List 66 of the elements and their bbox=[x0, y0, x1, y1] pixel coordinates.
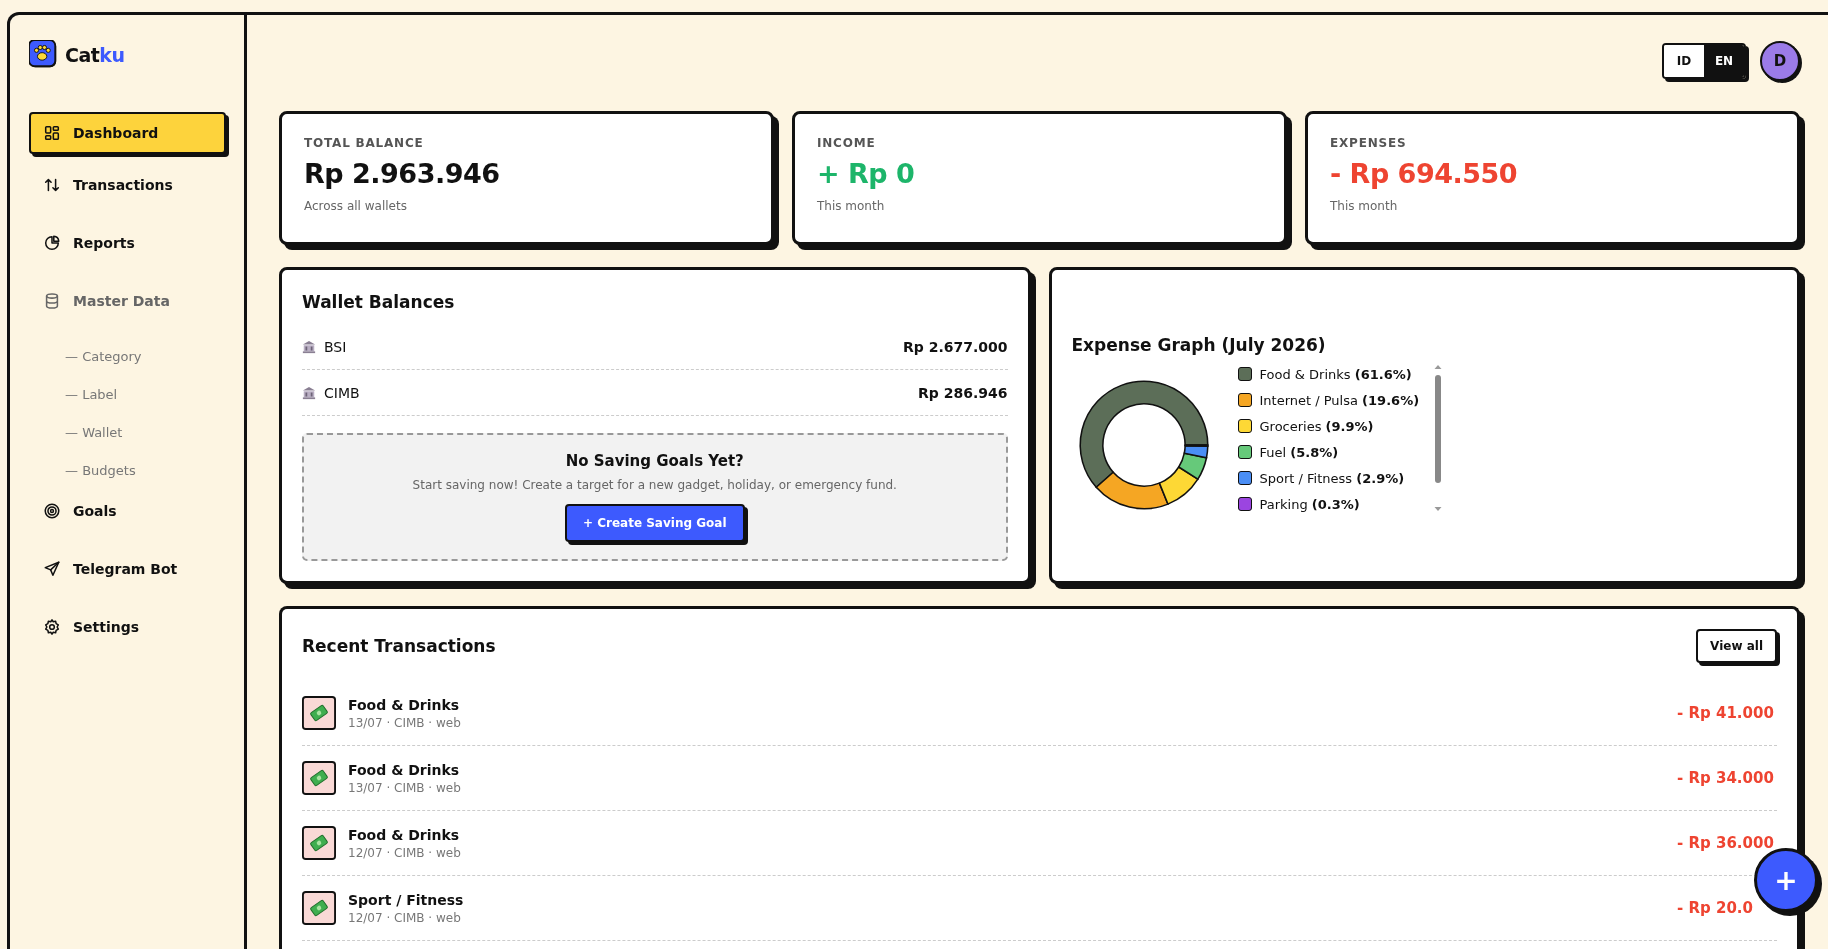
wallet-amount: Rp 286.946 bbox=[918, 384, 1008, 401]
card-title: Expense Graph (July 2026) bbox=[1071, 334, 1327, 355]
language-option[interactable]: EN bbox=[1704, 45, 1744, 77]
legend-label: Groceries (9.9%) bbox=[1259, 418, 1374, 434]
paw-logo-icon bbox=[29, 40, 59, 70]
transaction-category: Food & Drinks bbox=[348, 761, 461, 778]
nav-subitem[interactable]: — Label bbox=[29, 376, 226, 414]
bank-icon bbox=[302, 385, 316, 400]
nav-item[interactable]: Telegram Bot bbox=[29, 548, 226, 590]
transaction-category: Food & Drinks bbox=[348, 826, 461, 843]
money-icon bbox=[302, 891, 336, 925]
settings-icon bbox=[43, 618, 61, 636]
transaction-details: 12/07 · CIMB · web bbox=[348, 910, 462, 925]
money-icon bbox=[302, 761, 336, 795]
card-label: EXPENSES bbox=[1330, 136, 1407, 150]
empty-state-title: No Saving Goals Yet? bbox=[565, 452, 744, 470]
card-label: INCOME bbox=[817, 136, 876, 150]
target-icon bbox=[43, 502, 61, 520]
create-goal-button[interactable]: + Create Saving Goal bbox=[564, 504, 745, 542]
legend-label: Internet / Pulsa (19.6%) bbox=[1259, 392, 1420, 408]
language-option[interactable]: ID bbox=[1664, 45, 1704, 77]
bank-icon bbox=[302, 339, 316, 354]
nav-item[interactable]: Transactions bbox=[29, 164, 226, 206]
grid-icon bbox=[43, 124, 61, 142]
legend-label: Fuel (5.8%) bbox=[1259, 444, 1339, 460]
transaction-amount: - Rp 20.0 bbox=[1677, 899, 1754, 917]
up-down-arrows-icon bbox=[43, 176, 61, 194]
wallet-name: BSI bbox=[324, 338, 347, 355]
card-amount: + Rp 0 bbox=[817, 158, 915, 189]
transaction-category: Sport / Fitness bbox=[348, 891, 464, 908]
pie-chart-icon bbox=[43, 234, 61, 252]
money-icon bbox=[302, 696, 336, 730]
card-title: Wallet Balances bbox=[302, 292, 456, 312]
card-note: This month bbox=[817, 199, 885, 213]
avatar[interactable]: D bbox=[1760, 41, 1800, 81]
legend-label: Parking (0.3%) bbox=[1259, 496, 1360, 512]
money-icon bbox=[302, 826, 336, 860]
card-label: TOTAL BALANCE bbox=[304, 136, 424, 150]
card-note: Across all wallets bbox=[304, 199, 407, 213]
nav-subitem[interactable]: — Category bbox=[29, 338, 226, 376]
transaction-details: 12/07 · CIMB · web bbox=[348, 845, 461, 860]
card-amount: Rp 2.963.946 bbox=[304, 158, 500, 189]
transaction-amount: - Rp 41.000 bbox=[1677, 704, 1775, 722]
nav-item[interactable]: Master Data bbox=[29, 280, 226, 322]
transaction-amount: - Rp 34.000 bbox=[1677, 769, 1775, 787]
nav-subitem[interactable]: — Wallet bbox=[29, 414, 226, 452]
nav-item[interactable]: Goals bbox=[29, 490, 226, 532]
paper-plane-icon bbox=[43, 560, 61, 578]
empty-state-text: Start saving now! Create a target for a new gadget, holiday, or emergency fund. bbox=[412, 478, 897, 492]
legend-label: Sport / Fitness (2.9%) bbox=[1259, 470, 1405, 486]
card-amount: - Rp 694.550 bbox=[1330, 158, 1518, 189]
transaction-details: 13/07 · CIMB · web bbox=[348, 780, 461, 795]
card-title: Recent Transactions bbox=[302, 636, 496, 656]
view-all-button[interactable]: View all bbox=[1696, 629, 1777, 663]
nav-item[interactable]: Settings bbox=[29, 606, 226, 648]
nav-subitem[interactable]: — Budgets bbox=[29, 452, 226, 490]
nav-item[interactable]: Dashboard bbox=[29, 112, 226, 154]
wallet-name: CIMB bbox=[324, 384, 360, 401]
nav-item[interactable]: Reports bbox=[29, 222, 226, 264]
card-note: This month bbox=[1330, 199, 1398, 213]
database-icon bbox=[43, 292, 61, 310]
legend-label: Food & Drinks (61.6%) bbox=[1259, 366, 1412, 382]
app-name: Catku bbox=[65, 44, 125, 66]
transaction-category: Food & Drinks bbox=[348, 696, 461, 713]
transaction-details: 13/07 · CIMB · web bbox=[348, 715, 461, 730]
wallet-amount: Rp 2.677.000 bbox=[903, 338, 1008, 355]
